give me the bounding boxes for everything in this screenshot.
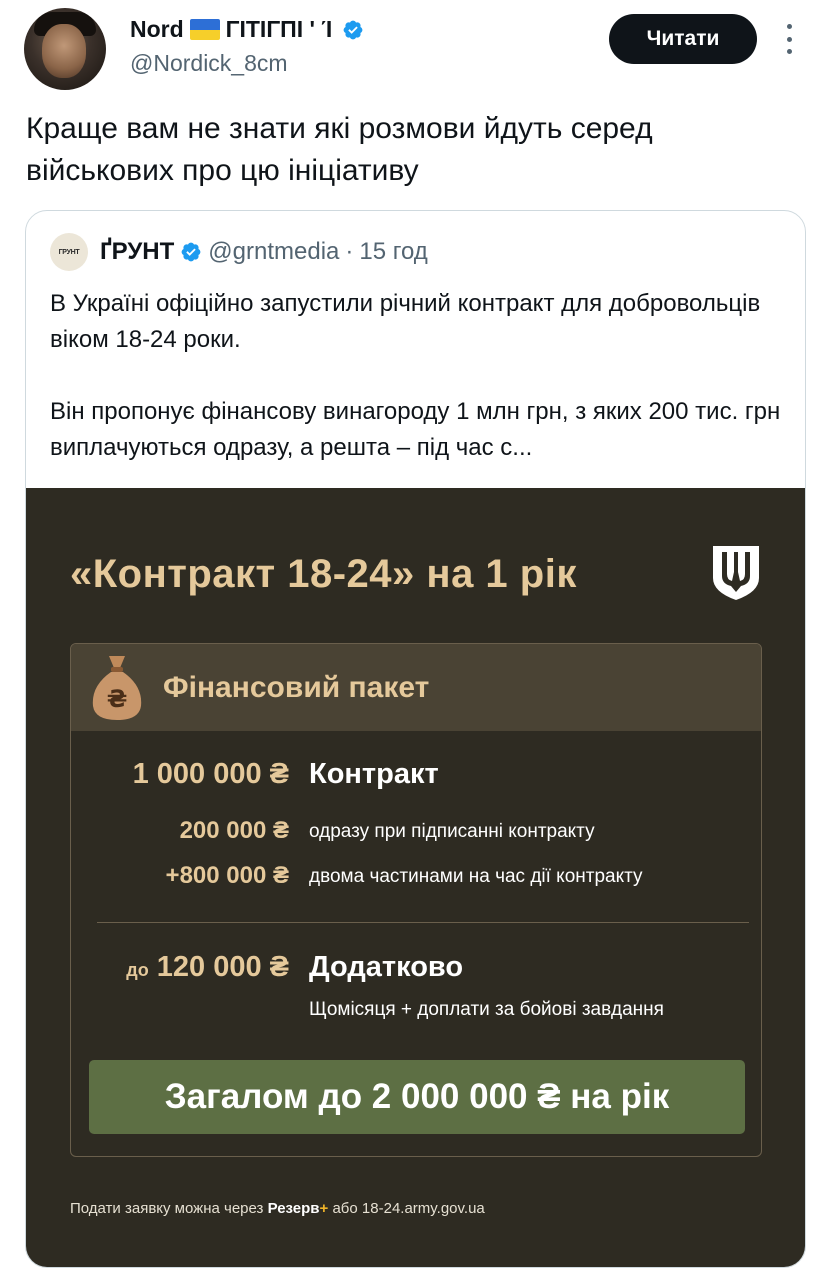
quote-timestamp[interactable]: 15 год — [359, 238, 427, 266]
footer-app-name: Резерв — [267, 1200, 320, 1217]
quote-author-name[interactable]: ҐРУНТ — [100, 238, 174, 266]
footer-url: 18-24.army.gov.ua — [361, 1200, 485, 1217]
extra-prefix: до — [126, 960, 149, 980]
author-display-name[interactable]: Nord ΓΙΤΙΓΠΙ ' Ί — [130, 16, 364, 43]
quote-separator: · — [345, 238, 354, 265]
quote-header: ГРУНТ ҐРУНТ @grntmedia · 15 год — [50, 233, 428, 271]
quote-author-handle[interactable]: @grntmedia — [208, 238, 339, 266]
more-options-icon[interactable] — [781, 24, 797, 54]
installments-label: двома частинами на час дії контракту — [309, 866, 643, 887]
author-name-suffix: ΓΙΤΙΓΠΙ ' Ί — [225, 16, 333, 42]
extra-amount: 120 000 ₴ — [156, 951, 289, 983]
extra-label: Додатково — [309, 951, 464, 983]
svg-text:₴: ₴ — [107, 685, 128, 713]
footer-prefix: Подати заявку можна через — [70, 1200, 264, 1217]
panel-title: Фінансовий пакет — [163, 671, 430, 704]
upfront-amount: 200 000 ₴ — [179, 817, 289, 844]
contract-amount: 1 000 000 ₴ — [132, 758, 289, 790]
follow-button[interactable]: Читати — [609, 14, 757, 64]
total-banner: Загалом до 2 000 000 ₴ на рік — [89, 1060, 745, 1134]
infographic-title: «Контракт 18-24» на 1 рік — [70, 552, 577, 596]
author-handle[interactable]: @Nordick_8cm — [130, 50, 288, 77]
quote-avatar[interactable]: ГРУНТ — [50, 233, 88, 271]
extra-sublabel: Щомісяця + доплати за бойові завдання — [309, 999, 664, 1020]
avatar-face — [42, 24, 86, 78]
quote-paragraph-1: В Україні офіційно запустили річний конт… — [50, 290, 761, 353]
quote-paragraph-2: Він пропонує фінансову винагороду 1 млн … — [50, 398, 781, 461]
ukraine-flag-icon — [189, 19, 220, 40]
quoted-tweet[interactable]: ГРУНТ ҐРУНТ @grntmedia · 15 год В Україн… — [25, 210, 806, 1268]
extra-amount-row: до 120 000 ₴ — [126, 951, 289, 984]
contract-label: Контракт — [309, 758, 439, 790]
author-name: Nord — [130, 16, 184, 42]
quote-text: В Україні офіційно запустили річний конт… — [50, 286, 785, 502]
quote-verified-badge-icon — [181, 242, 201, 262]
infographic-image[interactable]: «Контракт 18-24» на 1 рік ₴ Фінансовий п… — [26, 488, 805, 1267]
panel-header: ₴ Фінансовий пакет — [71, 644, 761, 731]
quote-logo-text: ГРУНТ — [58, 248, 80, 256]
infographic-footer: Подати заявку можна через Резерв+ або 18… — [70, 1200, 485, 1217]
trident-shield-icon — [713, 546, 759, 600]
installments-amount: +800 000 ₴ — [165, 862, 289, 889]
avatar[interactable] — [24, 8, 106, 90]
panel-divider — [97, 922, 749, 923]
verified-badge-icon — [343, 20, 363, 39]
tweet-text: Краще вам не знати які розмови йдуть сер… — [26, 112, 653, 187]
footer-app-plus: + — [319, 1200, 329, 1217]
upfront-label: одразу при підписанні контракту — [309, 821, 595, 842]
footer-middle: або — [332, 1200, 358, 1217]
money-bag-icon: ₴ — [92, 656, 142, 720]
financial-package-panel: ₴ Фінансовий пакет 1 000 000 ₴ Контракт … — [70, 643, 762, 1157]
